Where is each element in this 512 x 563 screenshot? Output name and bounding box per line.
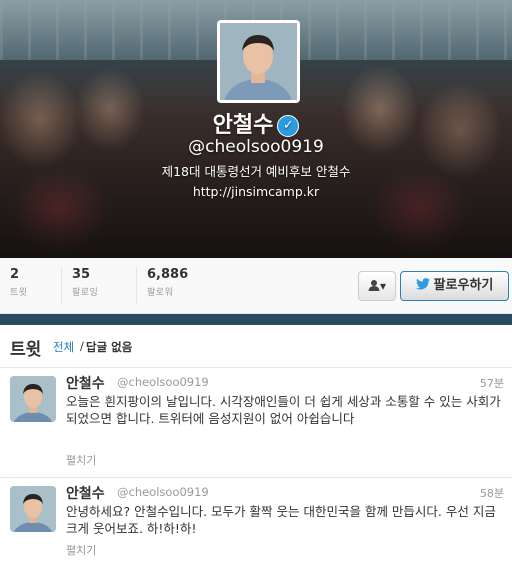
section-divider-band (0, 314, 512, 325)
filter-separator: / (80, 339, 84, 353)
tweet-author-handle[interactable]: @cheolsoo0919 (117, 375, 209, 389)
tweets-header: 트윗 전체 / 답글 없음 (0, 325, 512, 368)
stat-tweets-label: 트윗 (10, 288, 28, 298)
avatar-portrait (220, 23, 297, 100)
tweet-author-name[interactable]: 안철수 (66, 373, 105, 393)
stat-followers-label: 팔로워 (147, 288, 174, 298)
tweet-item[interactable]: 안철수 @cheolsoo0919 58분 안녕하세요? 안철수입니다. 모두가… (0, 478, 512, 563)
tweet-expand-link[interactable]: 펼치기 (66, 452, 96, 468)
stat-following-label: 팔로잉 (72, 288, 99, 298)
stat-followers[interactable]: 6,886 팔로워 (136, 267, 227, 303)
tweet-avatar-portrait (10, 376, 56, 422)
tweet-text: 안녕하세요? 안철수입니다. 모두가 활짝 웃는 대한민국을 함께 만듭시다. … (66, 504, 496, 536)
profile-avatar[interactable] (217, 20, 300, 103)
profile-url-link[interactable]: http://jinsimcamp.kr (0, 184, 512, 199)
verified-badge-icon: ✓ (277, 115, 300, 137)
follow-button-label: 팔로우하기 (433, 278, 494, 293)
user-actions-button[interactable]: ▾ (358, 271, 396, 301)
tweet-avatar[interactable] (10, 486, 56, 532)
profile-bio: 제18대 대통령선거 예비후보 안철수 (161, 164, 351, 179)
filter-all-link[interactable]: 전체 (53, 339, 74, 355)
tweet-avatar-portrait (10, 486, 56, 532)
tweet-author-handle[interactable]: @cheolsoo0919 (117, 485, 209, 499)
chevron-down-icon: ▾ (379, 279, 387, 293)
profile-name-text: 안철수 (212, 113, 274, 138)
tweet-author-name[interactable]: 안철수 (66, 483, 105, 503)
profile-handle: @cheolsoo0919 (188, 137, 324, 157)
stat-tweets-count: 2 (10, 267, 20, 282)
follow-button[interactable]: 팔로우하기 (400, 271, 509, 301)
user-icon (368, 280, 380, 291)
stat-following[interactable]: 35 팔로잉 (61, 267, 137, 303)
tweets-title: 트윗 (10, 340, 42, 360)
stat-followers-count: 6,886 (147, 267, 189, 282)
stat-tweets[interactable]: 2 트윗 (0, 267, 60, 303)
profile-name: 안철수 ✓ (0, 107, 512, 139)
twitter-bird-icon (415, 278, 430, 290)
tweet-timestamp[interactable]: 57분 (480, 375, 504, 391)
tweet-timestamp[interactable]: 58분 (480, 485, 504, 501)
filter-no-replies[interactable]: 답글 없음 (86, 339, 132, 355)
stat-following-count: 35 (72, 267, 91, 282)
tweet-avatar[interactable] (10, 376, 56, 422)
tweet-expand-link[interactable]: 펼치기 (66, 542, 96, 558)
tweet-item[interactable]: 안철수 @cheolsoo0919 57분 오늘은 흰지팡이의 날입니다. 시각… (0, 368, 512, 478)
tweet-text: 오늘은 흰지팡이의 날입니다. 시각장애인들이 더 쉽게 세상과 소통할 수 있… (66, 394, 501, 426)
